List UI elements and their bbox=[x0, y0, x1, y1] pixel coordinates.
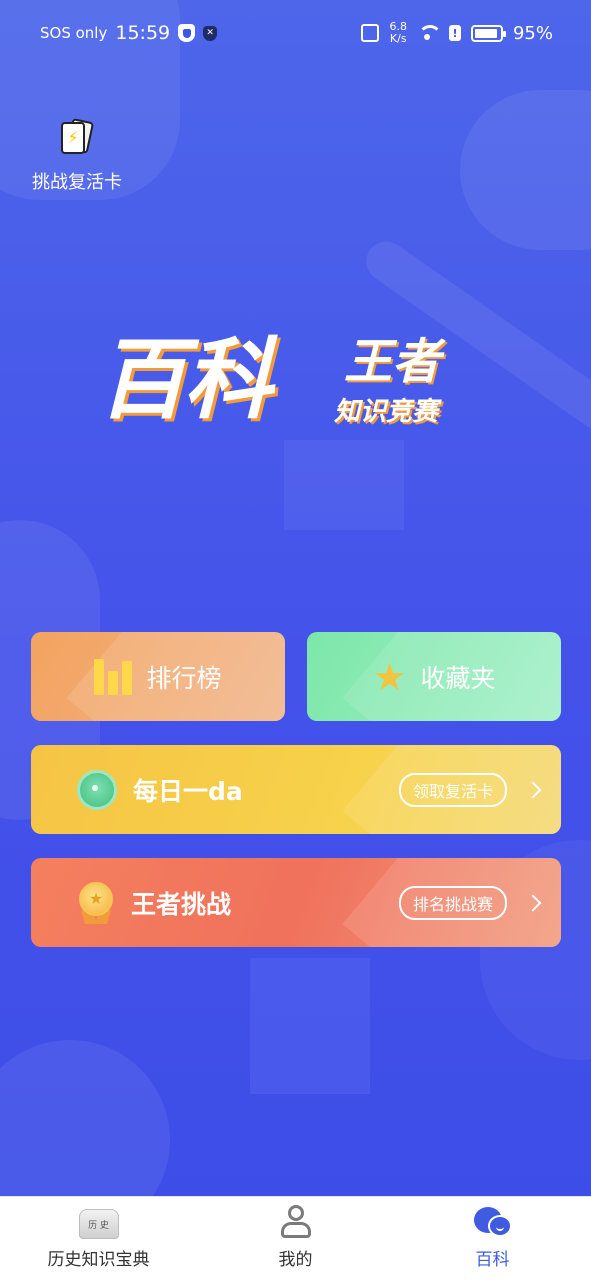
tab-label: 百科 bbox=[475, 1250, 510, 1270]
tab-label: 历史知识宝典 bbox=[47, 1250, 150, 1270]
orb-icon bbox=[77, 769, 117, 810]
background-decoration bbox=[460, 90, 591, 250]
tab-mine[interactable]: 我的 bbox=[197, 1197, 394, 1280]
security-badge-icon: ✕ bbox=[203, 25, 218, 41]
user-icon bbox=[279, 1205, 313, 1239]
tab-history-knowledge[interactable]: 历 史 历史知识宝典 bbox=[0, 1197, 197, 1280]
network-speed-unit: K/s bbox=[389, 32, 407, 45]
chat-bubble-icon bbox=[473, 1205, 512, 1239]
battery-percent: 95% bbox=[512, 22, 553, 44]
favorites-label: 收藏夹 bbox=[420, 663, 496, 693]
network-speed: 6.8 K/s bbox=[389, 21, 407, 45]
king-challenge-button[interactable]: ★ 王者挑战 排名挑战赛 bbox=[31, 858, 561, 947]
tab-encyclopedia[interactable]: 百科 bbox=[394, 1197, 591, 1280]
battery-icon bbox=[470, 24, 506, 42]
revive-card-label: 挑战复活卡 bbox=[32, 172, 122, 193]
cards-icon: ⚡ bbox=[57, 118, 97, 158]
alert-icon: ! bbox=[448, 25, 461, 41]
app-logo: 百科 王者 知识竞赛 bbox=[98, 330, 498, 440]
blurred-region bbox=[284, 440, 404, 530]
blurred-region bbox=[250, 958, 370, 1094]
leaderboard-button[interactable]: 排行榜 bbox=[31, 632, 285, 721]
chevron-right-icon bbox=[524, 781, 542, 798]
logo-sub-top: 王者 bbox=[344, 334, 441, 390]
background-decoration bbox=[0, 1040, 170, 1196]
lightning-icon: ⚡ bbox=[67, 128, 79, 147]
status-bar: SOS only 15:59 ✕ 6.8 K/s ! 95% bbox=[0, 0, 591, 66]
bottom-tab-bar: 历 史 历史知识宝典 我的 百科 bbox=[0, 1196, 591, 1280]
book-icon: 历 史 bbox=[78, 1209, 119, 1239]
logo-sub-bottom: 知识竞赛 bbox=[334, 397, 439, 427]
clock: 15:59 bbox=[115, 22, 171, 44]
logo-main-text: 百科 bbox=[98, 328, 272, 431]
main-screen: SOS only 15:59 ✕ 6.8 K/s ! 95% ⚡ 挑战复活卡 百… bbox=[0, 0, 591, 1196]
daily-question-title: 每日一da bbox=[133, 776, 243, 806]
star-icon: ★ bbox=[372, 654, 407, 699]
chevron-right-icon bbox=[524, 894, 542, 911]
medal-icon: ★ bbox=[77, 881, 115, 924]
vibrate-icon bbox=[361, 24, 380, 42]
wifi-icon bbox=[417, 25, 442, 41]
shield-icon bbox=[178, 24, 196, 42]
leaderboard-label: 排行榜 bbox=[146, 663, 222, 693]
ranking-challenge-pill[interactable]: 排名挑战赛 bbox=[398, 885, 507, 920]
tab-label: 我的 bbox=[278, 1250, 313, 1270]
daily-question-button[interactable]: 每日一da 领取复活卡 bbox=[31, 745, 561, 834]
favorites-button[interactable]: ★ 收藏夹 bbox=[307, 632, 561, 721]
claim-revive-card-pill[interactable]: 领取复活卡 bbox=[398, 772, 507, 807]
revive-card-button[interactable]: ⚡ 挑战复活卡 bbox=[30, 118, 124, 194]
carrier-label: SOS only bbox=[40, 24, 108, 42]
king-challenge-title: 王者挑战 bbox=[131, 889, 232, 919]
bar-chart-icon bbox=[94, 658, 133, 695]
